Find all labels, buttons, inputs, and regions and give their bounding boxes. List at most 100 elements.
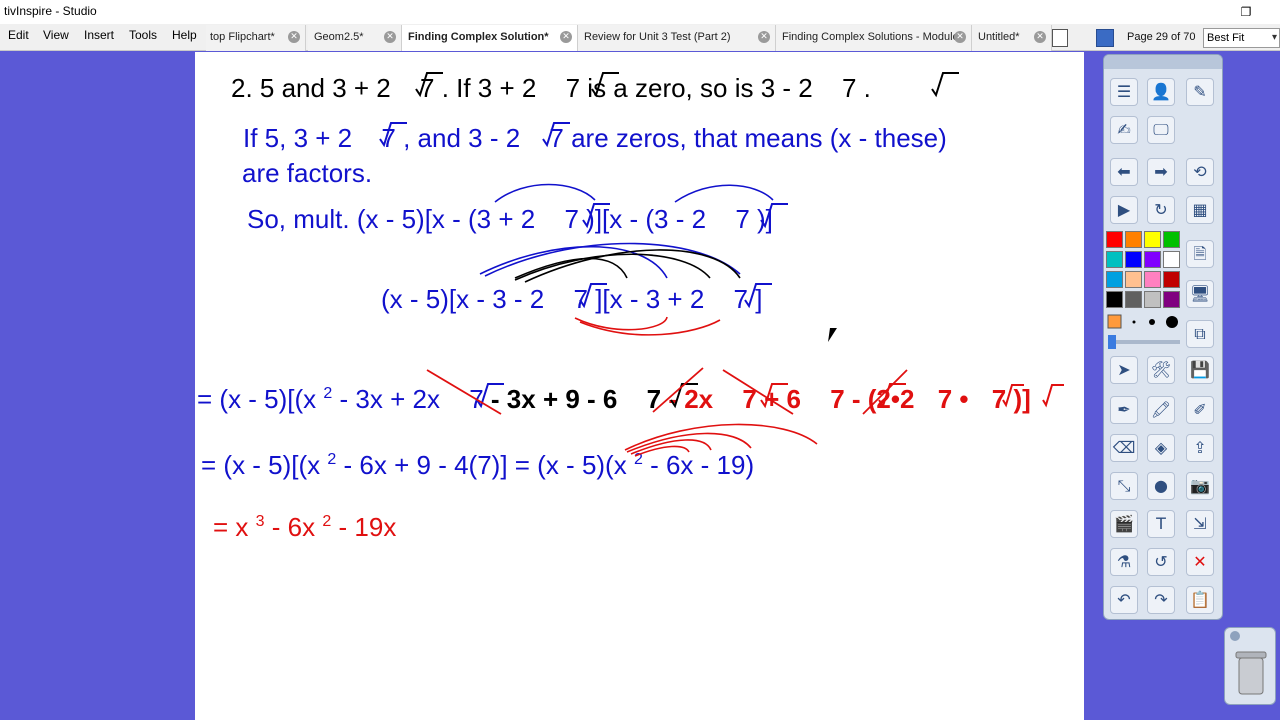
eraser-icon: ⌫ (1112, 438, 1136, 457)
export-button[interactable]: ⇲ (1186, 510, 1214, 538)
tab-label: Untitled* (978, 31, 1020, 43)
highlighter-button[interactable]: 🖍 (1147, 396, 1175, 424)
menu-edit[interactable]: Edit (8, 28, 29, 42)
tab-review-unit-3[interactable]: Review for Unit 3 Test (Part 2) ✕ (578, 25, 776, 51)
calculator-icon: ▦ (1192, 200, 1208, 219)
pen-width-options[interactable] (1106, 313, 1178, 331)
shape-button[interactable]: ● (1147, 472, 1175, 500)
math-line-2: If 5, 3 + 2 7 , and 3 - 2 7 are zeros, t… (243, 123, 947, 153)
next-page-icon: ➡ (1154, 162, 1168, 181)
share-icon: ⇪ (1193, 438, 1207, 457)
document-tabs: top Flipchart* ✕ Geom2.5* ✕ Finding Comp… (206, 25, 1074, 51)
toolbox-handle[interactable] (1104, 55, 1222, 69)
color-swatch[interactable] (1106, 271, 1123, 288)
edit-button[interactable]: ✐ (1186, 396, 1214, 424)
main-menu-button[interactable]: ☰ (1110, 78, 1138, 106)
connector-button[interactable]: ⤡ (1110, 472, 1138, 500)
tab-finding-complex-solution[interactable]: Finding Complex Solution* ✕ (402, 25, 578, 51)
camera-button[interactable]: 📷 (1186, 472, 1214, 500)
text-button[interactable]: T (1147, 510, 1175, 538)
color-swatch[interactable] (1125, 291, 1142, 308)
tools-icon: 🛠 (1150, 360, 1172, 379)
restore-button[interactable]: ❐ (1232, 2, 1260, 22)
clear-icon: ✕ (1193, 552, 1207, 571)
save-button[interactable]: 💾 (1186, 356, 1214, 384)
tab-untitled[interactable]: Untitled* ✕ (972, 25, 1052, 51)
menu-tools[interactable]: Tools (129, 28, 157, 42)
user-profile-button[interactable]: 👤 (1147, 78, 1175, 106)
color-swatch[interactable] (1106, 231, 1123, 248)
color-swatch[interactable] (1163, 251, 1180, 268)
main-menu-icon: ☰ (1116, 82, 1132, 101)
pen-width-slider[interactable] (1108, 335, 1180, 349)
math-line-1: 2. 5 and 3 + 2 7 . If 3 + 2 7 is a zero,… (231, 73, 871, 103)
color-swatch[interactable] (1106, 291, 1123, 308)
tab-label: top Flipchart* (210, 31, 275, 43)
page-button[interactable]: 🗎 (1186, 240, 1214, 268)
undo-button[interactable]: ↶ (1110, 586, 1138, 614)
trash-can[interactable] (1224, 627, 1276, 705)
close-icon[interactable]: ✕ (384, 31, 396, 43)
trash-icon (1230, 631, 1267, 695)
pen-button[interactable]: ✒ (1110, 396, 1138, 424)
refresh-button[interactable]: ↻ (1147, 196, 1175, 224)
color-swatch[interactable] (1125, 271, 1142, 288)
document-list-icon[interactable] (1052, 29, 1068, 47)
eraser-button[interactable]: ⌫ (1110, 434, 1138, 462)
browser-button[interactable]: ✎ (1186, 78, 1214, 106)
tab-flipchart[interactable]: top Flipchart* ✕ (206, 25, 306, 51)
close-icon[interactable]: ✕ (288, 31, 300, 43)
next-page-button[interactable]: ➡ (1147, 158, 1175, 186)
clear-button[interactable]: ✕ (1186, 548, 1214, 576)
handwriting-button[interactable]: ✍ (1110, 116, 1138, 144)
media-icon: 🎬 (1114, 514, 1134, 533)
select-button[interactable]: ➤ (1110, 356, 1138, 384)
desktop-tools-icon: 🖥 (1189, 284, 1211, 303)
reset-page-button[interactable]: ⟲ (1186, 158, 1214, 186)
close-icon[interactable]: ✕ (1034, 31, 1046, 43)
color-swatch[interactable] (1163, 291, 1180, 308)
flipchart-page[interactable]: 2. 5 and 3 + 2 7 . If 3 + 2 7 is a zero,… (195, 52, 1084, 720)
desktop-tools-button[interactable]: 🖥 (1186, 280, 1214, 308)
calculator-button[interactable]: ▦ (1186, 196, 1214, 224)
browser-icon: ✎ (1193, 82, 1207, 101)
paste-icon: 📋 (1190, 590, 1210, 609)
copy-button[interactable]: ⧉ (1186, 320, 1214, 348)
previous-page-button[interactable]: ⬅ (1110, 158, 1138, 186)
close-icon[interactable]: ✕ (560, 31, 572, 43)
revert-button[interactable]: ↺ (1147, 548, 1175, 576)
media-button[interactable]: 🎬 (1110, 510, 1138, 538)
paste-button[interactable]: 📋 (1186, 586, 1214, 614)
color-swatch[interactable] (1125, 231, 1142, 248)
page-browser-icon[interactable] (1096, 29, 1114, 47)
menu-insert[interactable]: Insert (84, 28, 114, 42)
play-icon: ▶ (1117, 200, 1131, 219)
tools-button[interactable]: 🛠 (1147, 356, 1175, 384)
color-swatch[interactable] (1144, 251, 1161, 268)
color-swatch[interactable] (1144, 231, 1161, 248)
math-line-3: are factors. (242, 158, 372, 188)
color-swatch[interactable] (1163, 271, 1180, 288)
tab-geom[interactable]: Geom2.5* ✕ (308, 25, 402, 51)
math-line-8: = x 3 - 6x 2 - 19x (213, 502, 396, 542)
desktop-annotate-button[interactable]: 🖵 (1147, 116, 1175, 144)
tab-finding-complex-module[interactable]: Finding Complex Solutions - Module ✕ (776, 25, 972, 51)
color-swatch[interactable] (1163, 231, 1180, 248)
close-icon[interactable]: ✕ (954, 31, 966, 43)
color-swatch[interactable] (1144, 291, 1161, 308)
redo-button[interactable]: ↷ (1147, 586, 1175, 614)
tab-label: Geom2.5* (314, 31, 364, 43)
close-icon[interactable]: ✕ (758, 31, 770, 43)
play-button[interactable]: ▶ (1110, 196, 1138, 224)
color-swatch[interactable] (1106, 251, 1123, 268)
menu-help[interactable]: Help (172, 28, 197, 42)
zoom-select[interactable]: Best Fit ▾ (1203, 28, 1280, 48)
fill-button[interactable]: ◈ (1147, 434, 1175, 462)
share-button[interactable]: ⇪ (1186, 434, 1214, 462)
magic-ink-button[interactable]: ⚗ (1110, 548, 1138, 576)
copy-icon: ⧉ (1194, 324, 1206, 343)
color-swatch[interactable] (1125, 251, 1142, 268)
handwriting-icon: ✍ (1117, 120, 1131, 139)
color-swatch[interactable] (1144, 271, 1161, 288)
menu-view[interactable]: View (43, 28, 69, 42)
